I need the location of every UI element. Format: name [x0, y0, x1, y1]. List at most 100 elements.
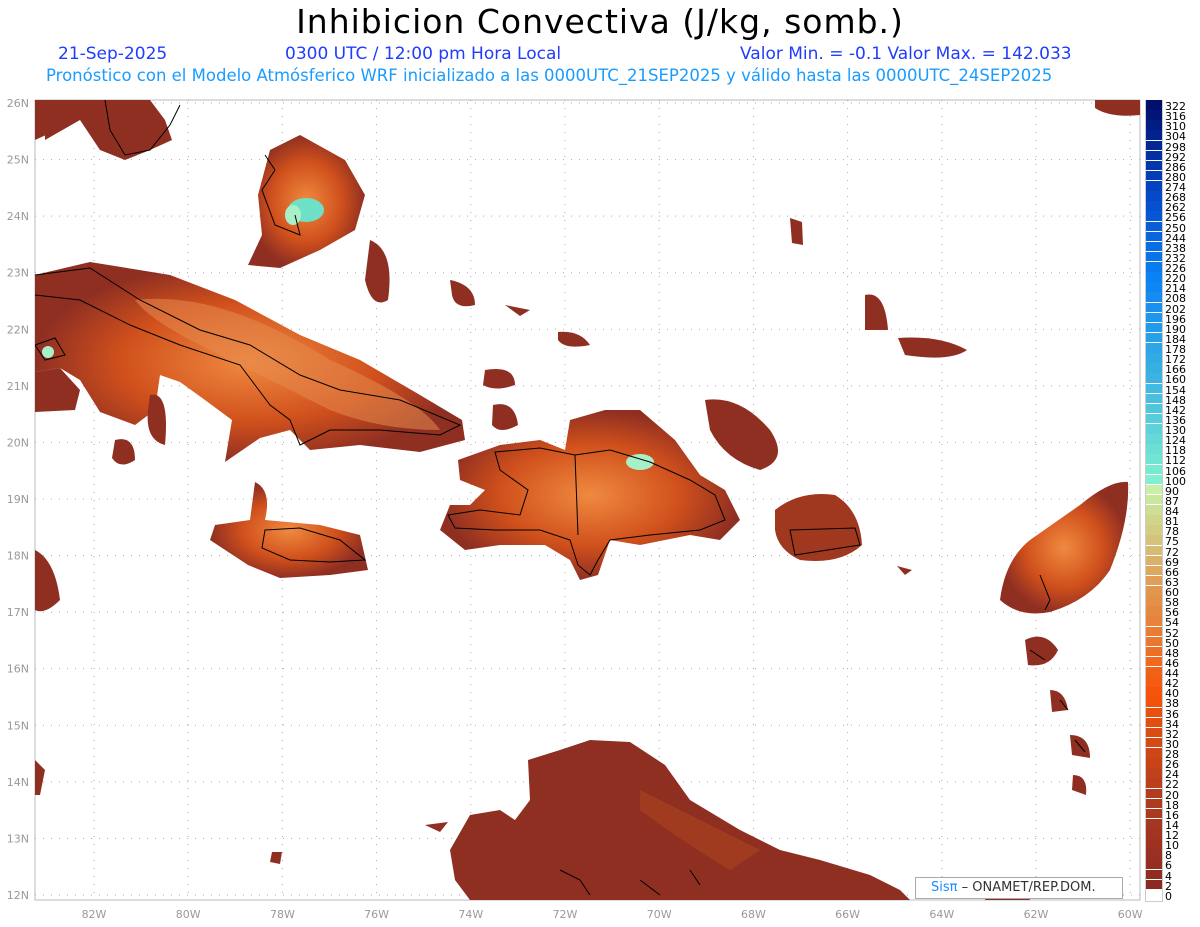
colorbar-swatch	[1146, 768, 1162, 778]
colorbar-swatch	[1146, 788, 1162, 799]
colorbar-swatch	[1146, 282, 1162, 292]
colorbar-swatch	[1146, 181, 1162, 191]
colorbar-swatch	[1146, 849, 1162, 859]
colorbar-swatch	[1146, 363, 1162, 373]
lon-tick-label: 62W	[1024, 908, 1049, 921]
colorbar-swatch	[1146, 373, 1162, 383]
colorbar-swatch	[1146, 798, 1162, 809]
lon-tick-label: 68W	[741, 908, 766, 921]
lon-tick-label: 60W	[1118, 908, 1143, 921]
lat-tick-label: 12N	[7, 889, 29, 902]
lat-tick-label: 26N	[7, 97, 29, 110]
colorbar-swatch	[1146, 748, 1162, 758]
colorbar-swatch	[1146, 201, 1162, 211]
colorbar-swatch	[1146, 100, 1162, 110]
lon-tick-label: 76W	[364, 908, 389, 921]
colorbar-swatch	[1146, 808, 1162, 819]
lat-tick-label: 21N	[7, 380, 29, 393]
colorbar-swatch	[1146, 879, 1162, 890]
colorbar-swatch	[1146, 586, 1162, 596]
colorbar-swatch	[1146, 717, 1162, 728]
colorbar-swatch	[1146, 484, 1162, 495]
colorbar-swatch	[1146, 413, 1162, 424]
lat-tick-label: 24N	[7, 210, 29, 223]
lon-tick-label: 72W	[553, 908, 578, 921]
colorbar-swatch	[1146, 474, 1162, 485]
min-max-label: Valor Min. = -0.1 Valor Max. = 142.033	[740, 44, 1072, 64]
colorbar-swatch	[1146, 231, 1162, 242]
colorbar-swatch	[1146, 656, 1162, 667]
sispi-logo: Sisπ	[931, 880, 958, 895]
lat-tick-label: 23N	[7, 267, 29, 280]
lon-tick-label: 78W	[270, 908, 295, 921]
colorbar-swatch	[1146, 150, 1162, 161]
colorbar-swatch	[1146, 596, 1162, 606]
colorbar-swatch	[1146, 494, 1162, 505]
colorbar-swatch	[1146, 140, 1162, 151]
colorbar-swatch	[1146, 515, 1162, 525]
time-label: 0300 UTC / 12:00 pm Hora Local	[285, 44, 562, 64]
colorbar-swatch	[1146, 434, 1162, 444]
colorbar-swatch	[1146, 778, 1162, 788]
map-plot: 82W 80W 78W 76W 74W 72W 70W 68W 66W 64W 62W 60W 26N 2…	[7, 97, 1143, 921]
colorbar-swatch	[1146, 818, 1162, 829]
colorbar-swatch	[1146, 859, 1162, 869]
credit-box: Sisπ – ONAMET/REP.DOM.	[915, 877, 1123, 899]
colorbar-swatch	[1146, 403, 1162, 414]
lon-tick-label: 70W	[647, 908, 672, 921]
colorbar-swatch	[1146, 687, 1162, 697]
colorbar-swatch	[1146, 889, 1162, 900]
colorbar-swatch	[1146, 565, 1162, 576]
colorbar-swatch	[1146, 393, 1162, 404]
colorbar-swatch	[1146, 170, 1162, 181]
lat-tick-label: 13N	[7, 832, 29, 845]
lat-tick-label: 19N	[7, 493, 29, 506]
colorbar-swatch	[1146, 302, 1162, 313]
colorbar-swatch	[1146, 737, 1162, 748]
lat-tick-label: 22N	[7, 323, 29, 336]
colorbar-swatch	[1146, 424, 1162, 434]
colorbar-swatch	[1146, 535, 1162, 545]
colorbar-swatch	[1146, 606, 1162, 616]
colorbar-swatch	[1146, 697, 1162, 707]
colorbar-swatch	[1146, 332, 1162, 343]
colorbar-swatch	[1146, 525, 1162, 535]
lon-tick-label: 82W	[82, 908, 107, 921]
colorbar-label: 0	[1165, 889, 1172, 903]
colorbar-swatch	[1146, 616, 1162, 626]
colorbar-swatch	[1146, 869, 1162, 880]
colorbar-swatch	[1146, 839, 1162, 849]
colorbar-swatch	[1146, 383, 1162, 394]
colorbar-swatch	[1146, 464, 1162, 475]
colorbar-swatch	[1146, 545, 1162, 556]
lat-tick-label: 16N	[7, 663, 29, 676]
colorbar-swatch	[1146, 241, 1162, 252]
lat-tick-label: 17N	[7, 606, 29, 619]
chart-title: Inhibicion Convectiva (J/kg, somb.)	[296, 2, 904, 41]
colorbar-swatch	[1146, 221, 1162, 232]
colorbar-swatch	[1146, 636, 1162, 647]
lon-tick-label: 66W	[835, 908, 860, 921]
lon-tick-label: 74W	[458, 908, 483, 921]
colorbar-swatch	[1146, 667, 1162, 677]
colorbar-swatch	[1146, 626, 1162, 637]
lon-tick-label: 64W	[929, 908, 954, 921]
colorbar-swatch	[1146, 272, 1162, 282]
colorbar-swatch	[1146, 322, 1162, 333]
colorbar-swatch	[1146, 829, 1162, 839]
colorbar-swatch	[1146, 646, 1162, 657]
lat-tick-label: 14N	[7, 776, 29, 789]
colorbar-swatch	[1146, 707, 1162, 718]
colorbar-swatch	[1146, 160, 1162, 171]
lat-tick-label: 18N	[7, 550, 29, 563]
colorbar-swatch	[1146, 120, 1162, 130]
colorbar-swatch	[1146, 130, 1162, 140]
colorbar-swatch	[1146, 211, 1162, 221]
colorbar-swatch	[1146, 758, 1162, 768]
colorbar-swatch	[1146, 444, 1162, 454]
colorbar-swatch	[1146, 312, 1162, 323]
colorbar-swatch	[1146, 292, 1162, 302]
lon-tick-label: 80W	[176, 908, 201, 921]
lat-tick-label: 25N	[7, 154, 29, 167]
colorbar-swatch	[1146, 353, 1162, 363]
